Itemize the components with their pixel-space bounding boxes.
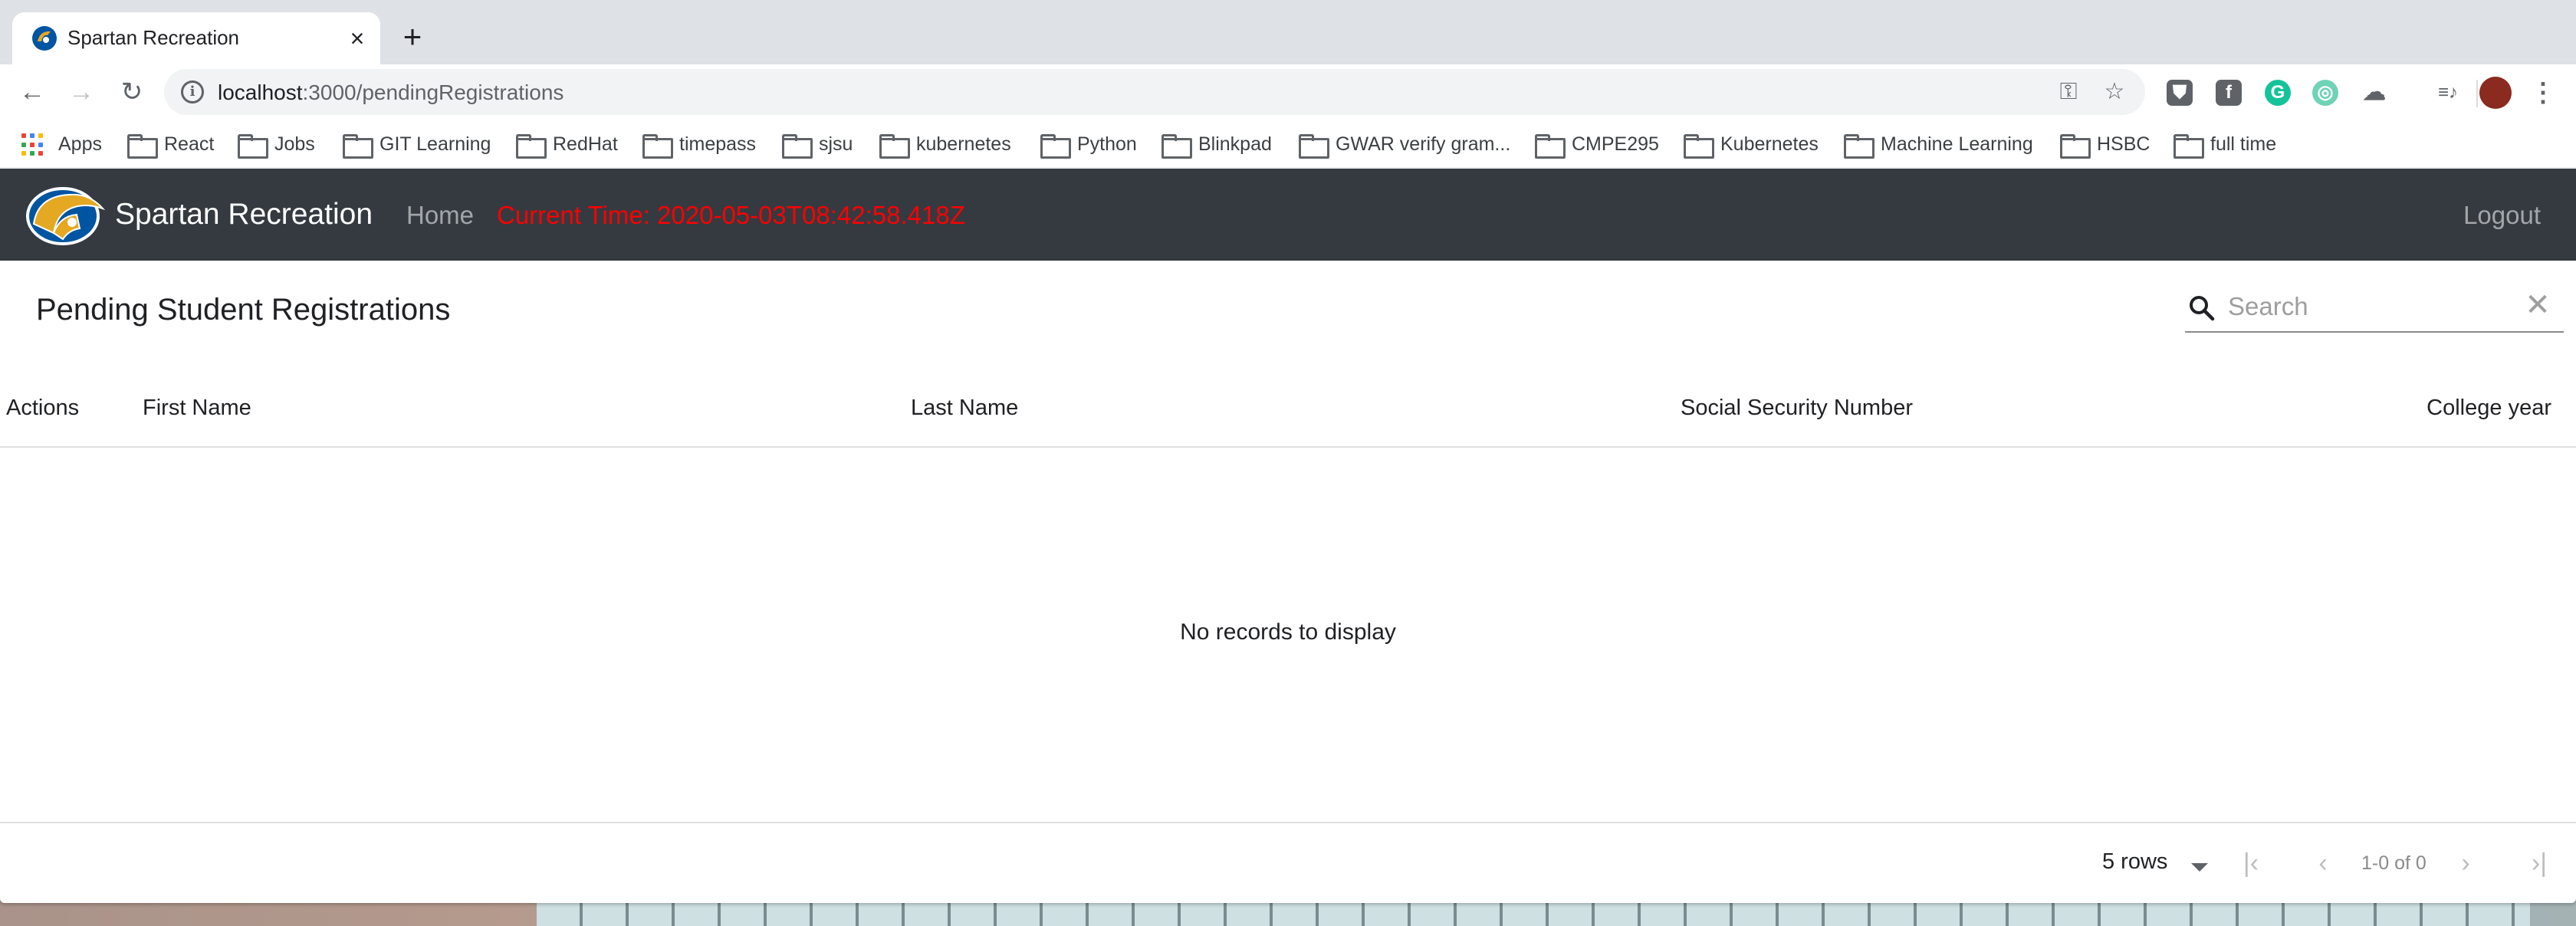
bookmark-label: full time [2210, 133, 2277, 155]
app-brand[interactable]: Spartan Recreation [115, 198, 373, 232]
url-text: localhost:3000/pendingRegistrations [218, 80, 564, 105]
browser-tab[interactable]: Spartan Recreation × [12, 12, 380, 64]
facebook-extension-icon[interactable]: f [2216, 80, 2242, 106]
table-search: ✕ [2185, 284, 2564, 333]
folder-icon [238, 134, 268, 159]
chrome-menu-icon[interactable]: ⋮ [2530, 80, 2556, 106]
bookmark-label: timepass [679, 133, 757, 155]
new-tab-icon[interactable]: + [396, 20, 429, 54]
color-picker-extension-icon[interactable]: ◎ [2312, 80, 2338, 106]
folder-icon [516, 134, 547, 159]
bookmarks-bar: Apps React Jobs GIT Learning RedHat time… [0, 120, 2576, 169]
folder-icon [1684, 134, 1714, 159]
back-arrow-icon[interactable]: ← [12, 72, 52, 112]
column-header-college-year[interactable]: College year [2426, 396, 2551, 421]
tab-close-icon[interactable]: × [342, 23, 373, 54]
rows-per-page-select[interactable]: 5 rows [2102, 849, 2167, 880]
page-info: 1-0 of 0 [2361, 852, 2426, 874]
bookmark-label: Apps [58, 133, 102, 155]
bookmark-star-icon[interactable]: ☆ [2101, 78, 2128, 106]
url-host: localhost [218, 80, 303, 104]
search-input[interactable] [2228, 291, 2512, 322]
folder-icon [1040, 134, 1071, 159]
page-title: Pending Student Registrations [36, 293, 451, 327]
grammarly-extension-icon[interactable]: G [2265, 80, 2291, 106]
previous-page-icon[interactable]: ‹ [2306, 846, 2340, 880]
folder-icon [1844, 134, 1875, 159]
toolbar-divider [2476, 80, 2478, 107]
apps-grid-icon [21, 133, 44, 156]
folder-icon [2060, 134, 2091, 159]
media-controls-icon[interactable]: ≡♪ [2430, 80, 2466, 106]
background-image-detail [537, 901, 2530, 926]
current-time: Current Time: 2020-05-03T08:42:58.418Z [497, 201, 965, 229]
bookmark-label: Machine Learning [1881, 133, 2033, 155]
folder-icon [127, 134, 158, 159]
bookmark-label: React [164, 133, 215, 155]
bookmark-label: RedHat [553, 133, 618, 155]
bookmark-label: CMPE295 [1572, 133, 1659, 155]
browser-tab-strip: Spartan Recreation × + [0, 0, 2576, 64]
last-page-icon[interactable]: ›| [2522, 846, 2556, 880]
site-info-icon[interactable]: i [181, 80, 204, 103]
nav-home-link[interactable]: Home [406, 201, 474, 230]
bookmark-label: GWAR verify gram... [1336, 133, 1511, 155]
folder-icon [343, 134, 373, 159]
url-path: :3000/pendingRegistrations [302, 80, 564, 104]
folder-icon [2174, 134, 2204, 159]
column-header-ssn[interactable]: Social Security Number [1681, 396, 1913, 421]
bookmark-label: HSBC [2097, 133, 2150, 155]
clear-search-icon[interactable]: ✕ [2522, 290, 2553, 320]
bookmark-apps[interactable]: Apps [21, 130, 106, 158]
column-header-last-name[interactable]: Last Name [911, 396, 1018, 421]
column-header-actions[interactable]: Actions [6, 396, 79, 421]
browser-toolbar: ← → ↻ i localhost:3000/pendingRegistrati… [0, 64, 2576, 120]
bookmark-label: Python [1077, 133, 1137, 155]
first-page-icon[interactable]: |‹ [2234, 846, 2268, 880]
folder-icon [1299, 134, 1329, 159]
profile-avatar[interactable] [2479, 77, 2512, 109]
bookmark-label: sjsu [819, 133, 853, 155]
app-navbar: Spartan Recreation Home Current Time: 20… [0, 169, 2576, 261]
table-pagination: 5 rows |‹ ‹ 1-0 of 0 › ›| [0, 822, 2576, 903]
spartan-favicon-icon [32, 26, 57, 51]
folder-icon [642, 134, 673, 159]
cloud-extension-icon[interactable]: ☁ [2361, 80, 2387, 106]
bookmark-label: GIT Learning [380, 133, 491, 155]
bookmark-label: Kubernetes [1720, 133, 1819, 155]
forward-arrow-icon[interactable]: → [61, 72, 101, 112]
dropdown-caret-icon[interactable] [2191, 863, 2208, 872]
nav-logout-link[interactable]: Logout [2463, 201, 2541, 230]
tab-title: Spartan Recreation [67, 26, 240, 49]
empty-table-message: No records to display [1180, 619, 1396, 645]
reload-icon[interactable]: ↻ [112, 72, 152, 112]
next-page-icon[interactable]: › [2449, 846, 2482, 880]
bookmark-label: Jobs [274, 133, 315, 155]
bookmark-label: kubernetes [916, 133, 1011, 155]
address-bar[interactable]: i localhost:3000/pendingRegistrations ⚿ … [164, 69, 2145, 115]
registrations-table-card: Pending Student Registrations ✕ Actions … [0, 261, 2576, 903]
folder-icon [1162, 134, 1192, 159]
table-header-row: Actions First Name Last Name Social Secu… [0, 368, 2576, 448]
folder-icon [879, 134, 910, 159]
column-header-first-name[interactable]: First Name [143, 396, 251, 421]
key-icon[interactable]: ⚿ [2055, 78, 2082, 106]
shield-extension-icon[interactable]: ⛊ [2167, 80, 2193, 106]
folder-icon [782, 134, 813, 159]
spartan-logo[interactable] [23, 186, 109, 245]
bookmark-label: Blinkpad [1198, 133, 1272, 155]
search-icon [2190, 296, 2215, 321]
folder-icon [1535, 134, 1566, 159]
